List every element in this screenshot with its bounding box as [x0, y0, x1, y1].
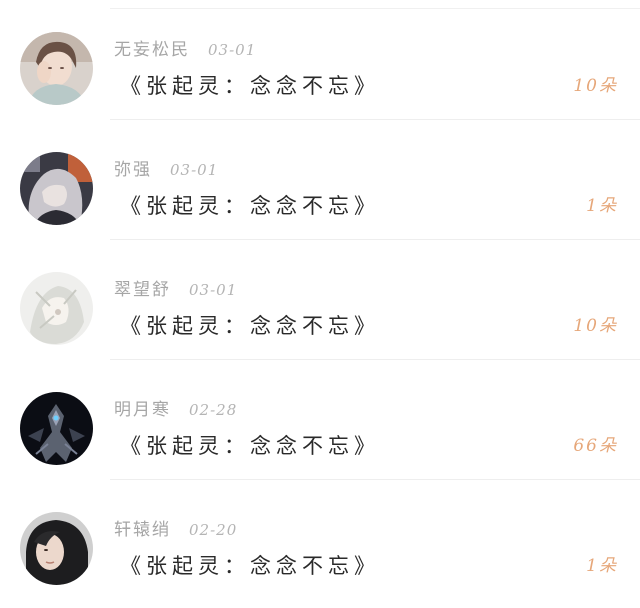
- date: 03-01: [170, 161, 219, 179]
- flower-count: 10朵: [573, 316, 618, 336]
- row-meta: 明月寒 02-28: [114, 398, 237, 422]
- user-name[interactable]: 无妄松民: [114, 40, 190, 60]
- avatar-girl-hand-icon[interactable]: [20, 32, 93, 105]
- row-meta: 弥强 03-01: [114, 158, 218, 182]
- list-item[interactable]: 弥强 03-01 《张起灵：念念不忘》 1朵: [0, 120, 640, 240]
- avatar-dark-mech-icon[interactable]: [20, 392, 93, 465]
- gift-title: 《张起灵：念念不忘》: [120, 434, 380, 458]
- row-meta: 轩辕绡 02-20: [114, 518, 237, 542]
- row-meta: 无妄松民 03-01: [114, 38, 256, 62]
- date: 02-20: [189, 521, 238, 539]
- flower-count: 1朵: [586, 196, 618, 216]
- flower-count: 10朵: [573, 76, 618, 96]
- avatar-pale-figure-icon[interactable]: [20, 272, 93, 345]
- flower-count: 66朵: [573, 436, 618, 456]
- flower-count: 1朵: [586, 556, 618, 576]
- gift-title: 《张起灵：念念不忘》: [120, 314, 380, 338]
- date: 02-28: [189, 401, 238, 419]
- user-name[interactable]: 轩辕绡: [114, 520, 171, 540]
- row-meta: 翠望舒 03-01: [114, 278, 237, 302]
- avatar-dark-hair-icon[interactable]: [20, 512, 93, 585]
- list-item[interactable]: 明月寒 02-28 《张起灵：念念不忘》 66朵: [0, 360, 640, 480]
- list-item[interactable]: 无妄松民 03-01 《张起灵：念念不忘》 10朵: [0, 0, 640, 120]
- gift-list: 无妄松民 03-01 《张起灵：念念不忘》 10朵 弥强 03-01 《张起灵：念念…: [0, 0, 640, 608]
- date: 03-01: [189, 281, 238, 299]
- user-name[interactable]: 明月寒: [114, 400, 171, 420]
- gift-title: 《张起灵：念念不忘》: [120, 74, 380, 98]
- list-item[interactable]: 轩辕绡 02-20 《张起灵：念念不忘》 1朵: [0, 480, 640, 600]
- avatar-silver-hair-icon[interactable]: [20, 152, 93, 225]
- list-item[interactable]: 翠望舒 03-01 《张起灵：念念不忘》 10朵: [0, 240, 640, 360]
- user-name[interactable]: 弥强: [114, 160, 152, 180]
- date: 03-01: [208, 41, 257, 59]
- gift-title: 《张起灵：念念不忘》: [120, 554, 380, 578]
- gift-title: 《张起灵：念念不忘》: [120, 194, 380, 218]
- user-name[interactable]: 翠望舒: [114, 280, 171, 300]
